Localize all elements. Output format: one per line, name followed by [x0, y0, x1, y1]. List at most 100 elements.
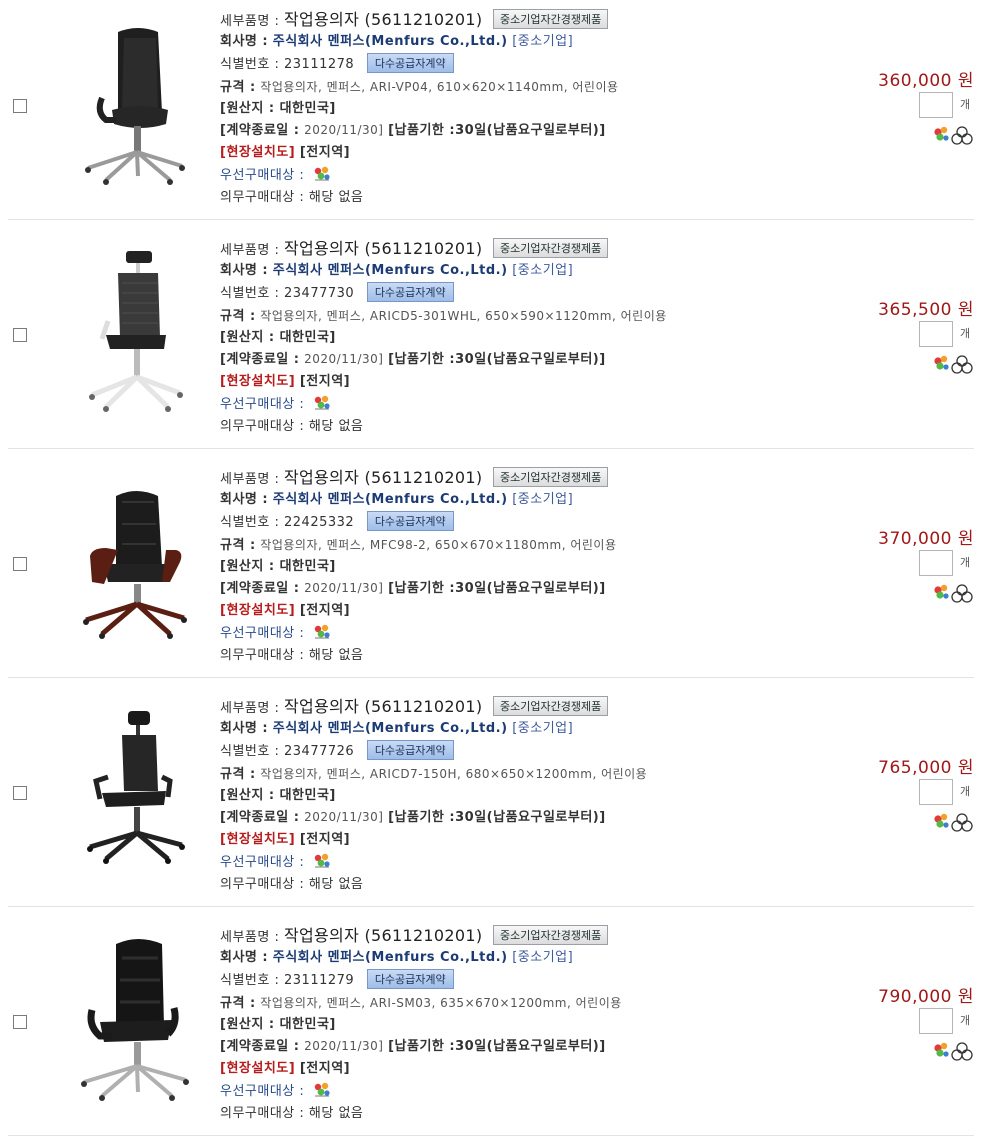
contract-end-label: [계약종료일 : [220, 581, 300, 596]
contract-badge: 다수공급자계약 [366, 740, 454, 760]
chair-illustration [87, 711, 185, 864]
region-label: [전지역] [299, 374, 351, 389]
mandatory-row: 의무구매대상 : 해당 없음 [220, 877, 364, 892]
item-divider [8, 448, 974, 449]
company-row: 회사명 : 주식회사 멘퍼스(Menfurs Co.,Ltd.) [중소기업] [220, 259, 573, 278]
company-label: 회사명 : [220, 34, 269, 49]
company-link[interactable]: 주식회사 멘퍼스(Menfurs Co.,Ltd.) [273, 492, 508, 507]
product-name-link[interactable]: 작업용의자 (5611210201) [284, 468, 482, 487]
spec-row: 규격 : 작업용의자, 멘퍼스, ARI-VP04, 610×620×1140m… [220, 76, 619, 95]
product-name-link[interactable]: 작업용의자 (5611210201) [284, 926, 482, 945]
mandatory-row: 의무구매대상 : 해당 없음 [220, 190, 364, 205]
origin: [원산지 : 대한민국] [220, 559, 336, 574]
spec-label: 규격 : [220, 767, 256, 782]
install-label: [현장설치도] [220, 832, 296, 847]
priority-row: 우선구매대상 : [220, 622, 332, 641]
green-cert-icon [934, 355, 949, 370]
quality-cert-icon[interactable] [951, 584, 973, 603]
product-image[interactable] [66, 707, 196, 877]
company-link[interactable]: 주식회사 멘퍼스(Menfurs Co.,Ltd.) [273, 721, 508, 736]
detail-name-label: 세부품명 : [220, 243, 280, 258]
origin: [원산지 : 대한민국] [220, 101, 336, 116]
competition-badge: 중소기업자간경쟁제품 [493, 696, 609, 716]
id-row: 식별번호 : 23111279 다수공급자계약 [220, 969, 454, 989]
product-image[interactable] [66, 936, 196, 1106]
spec-label: 규격 : [220, 80, 256, 95]
green-product-icon [312, 1081, 332, 1099]
select-checkbox[interactable] [13, 1015, 27, 1029]
priority-label: 우선구매대상 : [220, 1084, 305, 1099]
company-type: [중소기업] [512, 263, 574, 278]
priority-label: 우선구매대상 : [220, 626, 305, 641]
contract-row: [계약종료일 : 2020/11/30] [납품기한 :30일(납품요구일로부터… [220, 1035, 606, 1054]
origin: [원산지 : 대한민국] [220, 330, 336, 345]
spec-row: 규격 : 작업용의자, 멘퍼스, MFC98-2, 650×670×1180mm… [220, 534, 617, 553]
priority-row: 우선구매대상 : [220, 393, 332, 412]
product-image[interactable] [66, 249, 196, 419]
detail-name-row: 세부품명 : 작업용의자 (5611210201) 중소기업자간경쟁제품 [220, 6, 609, 30]
quantity-input[interactable] [919, 1008, 953, 1034]
item-divider [8, 906, 974, 907]
company-type: [중소기업] [512, 721, 574, 736]
select-checkbox[interactable] [13, 328, 27, 342]
delivery-term: [납품기한 :30일(납품요구일로부터)] [388, 352, 606, 367]
green-product-icon [312, 852, 332, 870]
unit-price: 360,000 원 [878, 71, 974, 91]
contract-row: [계약종료일 : 2020/11/30] [납품기한 :30일(납품요구일로부터… [220, 806, 606, 825]
chair-illustration [83, 491, 187, 639]
install-label: [현장설치도] [220, 603, 296, 618]
contract-row: [계약종료일 : 2020/11/30] [납품기한 :30일(납품요구일로부터… [220, 577, 606, 596]
quantity-input[interactable] [919, 321, 953, 347]
quality-cert-icon[interactable] [951, 355, 973, 374]
action-icons [930, 124, 976, 146]
green-product-icon [312, 165, 332, 183]
competition-badge: 중소기업자간경쟁제품 [493, 925, 609, 945]
product-name-link[interactable]: 작업용의자 (5611210201) [284, 10, 482, 29]
company-label: 회사명 : [220, 263, 269, 278]
product-name-link[interactable]: 작업용의자 (5611210201) [284, 239, 482, 258]
quantity-input[interactable] [919, 779, 953, 805]
delivery-term: [납품기한 :30일(납품요구일로부터)] [388, 1039, 606, 1054]
product-item: 세부품명 : 작업용의자 (5611210201) 중소기업자간경쟁제품 회사명… [0, 0, 990, 229]
select-checkbox[interactable] [13, 557, 27, 571]
quantity-input[interactable] [919, 550, 953, 576]
company-type: [중소기업] [512, 950, 574, 965]
company-row: 회사명 : 주식회사 멘퍼스(Menfurs Co.,Ltd.) [중소기업] [220, 946, 573, 965]
select-checkbox[interactable] [13, 99, 27, 113]
competition-badge: 중소기업자간경쟁제품 [493, 467, 609, 487]
id-label: 식별번호 : [220, 286, 280, 301]
mandatory-row: 의무구매대상 : 해당 없음 [220, 648, 364, 663]
product-name-link[interactable]: 작업용의자 (5611210201) [284, 697, 482, 716]
id-row: 식별번호 : 22425332 다수공급자계약 [220, 511, 454, 531]
product-list: 세부품명 : 작업용의자 (5611210201) 중소기업자간경쟁제품 회사명… [0, 0, 990, 1145]
spec-row: 규격 : 작업용의자, 멘퍼스, ARICD5-301WHL, 650×590×… [220, 305, 667, 324]
detail-name-label: 세부품명 : [220, 472, 280, 487]
company-link[interactable]: 주식회사 멘퍼스(Menfurs Co.,Ltd.) [273, 263, 508, 278]
spec-label: 규격 : [220, 538, 256, 553]
product-image[interactable] [66, 20, 196, 190]
id-row: 식별번호 : 23477730 다수공급자계약 [220, 282, 454, 302]
id-label: 식별번호 : [220, 973, 280, 988]
company-label: 회사명 : [220, 492, 269, 507]
competition-badge: 중소기업자간경쟁제품 [493, 238, 609, 258]
quantity-input[interactable] [919, 92, 953, 118]
spec-row: 규격 : 작업용의자, 멘퍼스, ARICD7-150H, 680×650×12… [220, 763, 647, 782]
spec-value: 작업용의자, 멘퍼스, MFC98-2, 650×670×1180mm, 어린이… [260, 538, 617, 552]
quality-cert-icon[interactable] [951, 813, 973, 832]
quantity-unit: 개 [960, 327, 971, 340]
id-label: 식별번호 : [220, 515, 280, 530]
install-row: [현장설치도] [전지역] [220, 828, 350, 847]
id-number: 23111278 [284, 57, 355, 72]
contract-badge: 다수공급자계약 [366, 53, 454, 73]
quality-cert-icon[interactable] [951, 1042, 973, 1061]
priority-row: 우선구매대상 : [220, 1080, 332, 1099]
company-link[interactable]: 주식회사 멘퍼스(Menfurs Co.,Ltd.) [273, 34, 508, 49]
product-image[interactable] [66, 478, 196, 648]
select-checkbox[interactable] [13, 786, 27, 800]
contract-badge: 다수공급자계약 [366, 969, 454, 989]
quality-cert-icon[interactable] [951, 126, 973, 145]
delivery-term: [납품기한 :30일(납품요구일로부터)] [388, 810, 606, 825]
priority-row: 우선구매대상 : [220, 851, 332, 870]
company-link[interactable]: 주식회사 멘퍼스(Menfurs Co.,Ltd.) [273, 950, 508, 965]
mandatory-row: 의무구매대상 : 해당 없음 [220, 419, 364, 434]
